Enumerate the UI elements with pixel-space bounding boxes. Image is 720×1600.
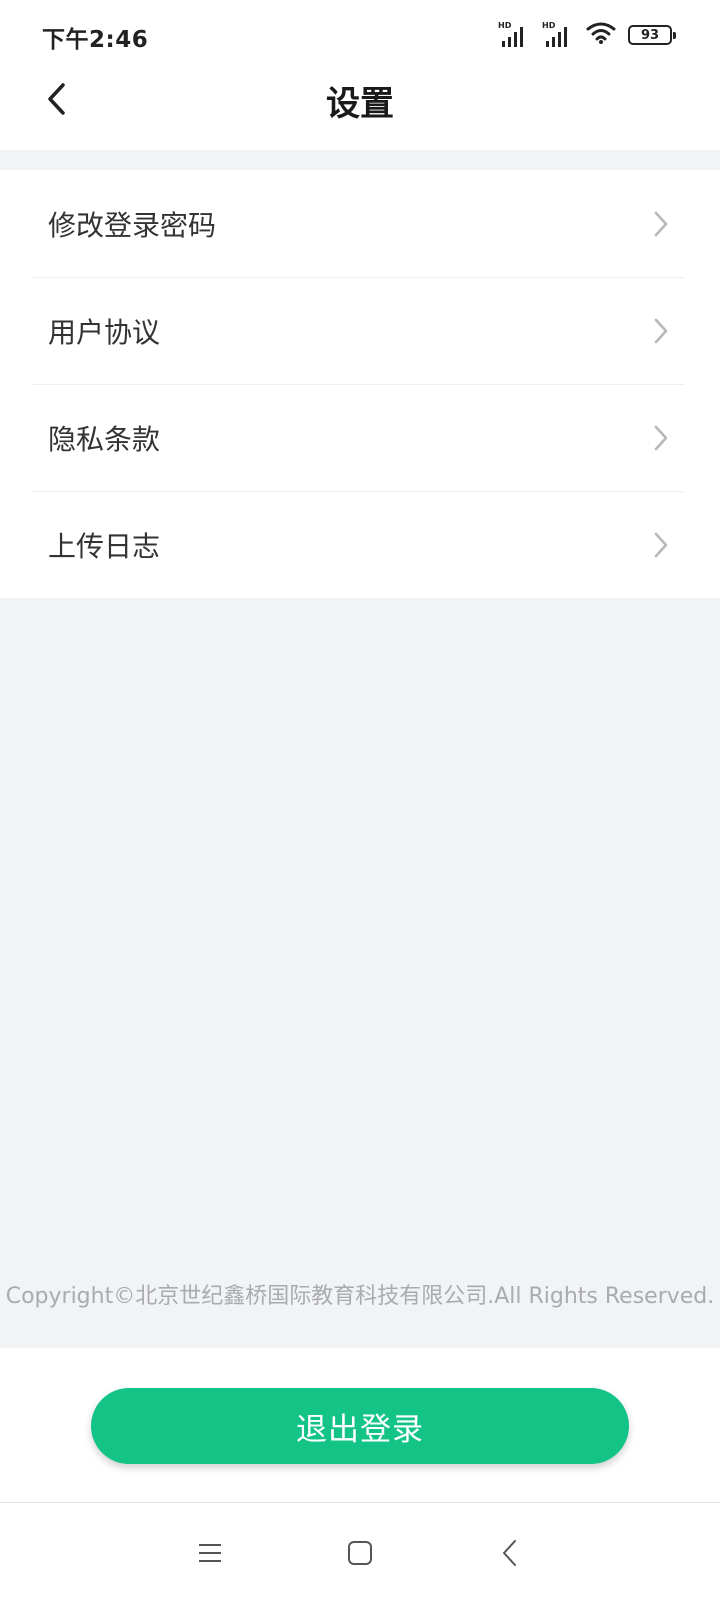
system-nav-bar bbox=[0, 1502, 720, 1600]
menu-item-upload-log[interactable]: 上传日志 bbox=[0, 491, 720, 598]
menu-item-label: 修改登录密码 bbox=[48, 208, 217, 242]
page-title: 设置 bbox=[326, 84, 394, 124]
signal-hd-icon: HD bbox=[498, 21, 530, 49]
status-icons: HD HD 93 bbox=[498, 20, 676, 50]
copyright-text: Copyright©北京世纪鑫桥国际教育科技有限公司.All Rights Re… bbox=[5, 1284, 715, 1309]
menu-item-change-password[interactable]: 修改登录密码 bbox=[0, 170, 720, 277]
home-button[interactable] bbox=[340, 1533, 380, 1573]
home-icon bbox=[348, 1541, 372, 1565]
battery-level: 93 bbox=[640, 27, 660, 43]
menu-item-user-agreement[interactable]: 用户协议 bbox=[0, 277, 720, 384]
menu-item-label: 用户协议 bbox=[48, 315, 161, 349]
chevron-right-icon bbox=[654, 425, 668, 450]
header: 设置 bbox=[0, 64, 720, 150]
logout-area: 退出登录 bbox=[0, 1348, 720, 1502]
status-bar: 下午2:46 HD HD 93 bbox=[0, 0, 720, 64]
chevron-right-icon bbox=[654, 211, 668, 236]
menu-item-label: 上传日志 bbox=[48, 529, 161, 563]
settings-screen: 下午2:46 HD HD 93 设置 修改登录密码 用户协议 隐私条款 上传日志… bbox=[0, 0, 720, 1600]
logout-button[interactable]: 退出登录 bbox=[91, 1388, 629, 1464]
settings-menu: 修改登录密码 用户协议 隐私条款 上传日志 bbox=[0, 170, 720, 598]
back-icon bbox=[503, 1540, 516, 1566]
chevron-right-icon bbox=[654, 318, 668, 343]
chevron-right-icon bbox=[654, 532, 668, 557]
menu-item-label: 隐私条款 bbox=[48, 422, 161, 456]
menu-item-privacy-policy[interactable]: 隐私条款 bbox=[0, 384, 720, 491]
wifi-icon bbox=[586, 21, 616, 49]
status-time: 下午2:46 bbox=[42, 27, 149, 53]
system-back-button[interactable] bbox=[490, 1533, 530, 1573]
battery-icon: 93 bbox=[628, 25, 676, 45]
recents-button[interactable] bbox=[190, 1533, 230, 1573]
signal-hd-icon: HD bbox=[542, 21, 574, 49]
menu-icon bbox=[199, 1544, 221, 1562]
